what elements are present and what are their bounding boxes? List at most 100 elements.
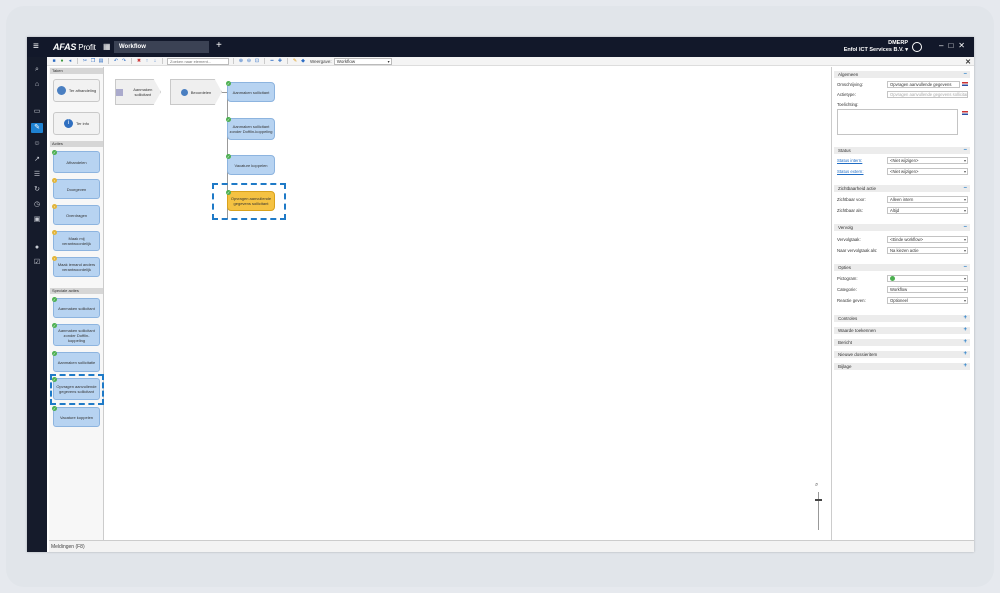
vervolgtaak-select[interactable]: <Einde workflow>	[887, 236, 968, 243]
document-icon	[116, 88, 123, 96]
language-flag-icon[interactable]	[962, 82, 968, 86]
action-node-aanmaken-sollicitant-zonder-koppeling[interactable]: ✓ Aanmaken sollicitant zonder Dofflin-ko…	[226, 117, 275, 140]
refresh-icon[interactable]: ●	[59, 58, 65, 64]
close-icon[interactable]: ✕	[965, 58, 971, 66]
palette-ter-info[interactable]: i Ter info	[53, 112, 100, 135]
avatar[interactable]	[912, 42, 922, 52]
palette-maak-iemand-anders-verantwoordelijk[interactable]: › Maak iemand anders verantwoordelijk	[52, 256, 100, 277]
section-bericht[interactable]: Bericht +	[834, 339, 970, 346]
status-bar[interactable]: Meldingen (F8)	[49, 540, 974, 552]
zoom-out-icon[interactable]: ⊖	[246, 58, 252, 64]
bulb-icon[interactable]: ●	[31, 243, 43, 253]
status-extern-link[interactable]: Status extern:	[837, 169, 864, 174]
person-icon	[180, 88, 188, 96]
list-icon[interactable]: ☰	[31, 170, 43, 180]
redo-icon[interactable]: ↷	[121, 58, 127, 64]
task-node-beoordelen[interactable]: Beoordelen	[170, 79, 222, 105]
view-select[interactable]: Workflow	[333, 57, 392, 65]
search-input[interactable]	[167, 57, 229, 65]
zoom-in-icon[interactable]: ⊕	[238, 58, 244, 64]
save-icon[interactable]: ■	[51, 58, 57, 64]
palette-vacature-koppelen[interactable]: ✓ Vacature koppelen	[52, 406, 100, 427]
section-bijlage[interactable]: Bijlage +	[834, 363, 970, 370]
zichtbaar-als-select[interactable]: Altijd	[887, 207, 968, 214]
timer-icon[interactable]: ◷	[31, 200, 43, 210]
status-intern-link[interactable]: Status intern:	[837, 158, 862, 163]
palette-doorgeven[interactable]: › Doorgeven	[52, 178, 100, 199]
home-icon[interactable]: ⌂	[31, 80, 43, 90]
reactie-geven-label: Reactie geven:	[837, 298, 866, 303]
minus-icon[interactable]: ━	[269, 58, 275, 64]
check-icon: ✓	[226, 154, 231, 159]
section-zichtbaarheid[interactable]: Zichtbaarheid actie –	[834, 185, 970, 192]
check-icon: ✓	[226, 81, 231, 86]
menu-icon[interactable]: ≡	[33, 42, 39, 52]
diamond-icon[interactable]: ◆	[300, 58, 306, 64]
palette-overdragen[interactable]: › Overdragen	[52, 204, 100, 225]
toelichting-textarea[interactable]	[837, 109, 958, 135]
section-acties[interactable]: Acties	[50, 141, 103, 147]
people-icon[interactable]: ☺	[31, 139, 43, 149]
action-node-vacature-koppelen[interactable]: ✓ Vacature koppelen	[226, 154, 275, 175]
naar-vervolgtaak-select[interactable]: Na kiezen actie	[887, 247, 968, 254]
section-opties[interactable]: Opties –	[834, 264, 970, 271]
down-icon[interactable]: ↓	[152, 58, 158, 64]
action-node-aanmaken-sollicitant[interactable]: ✓ Aanmaken sollicitant	[226, 81, 275, 102]
search-icon[interactable]: ⌕	[31, 65, 43, 75]
chart-icon[interactable]: ↗	[31, 155, 43, 165]
cut-icon[interactable]: ✂	[82, 58, 88, 64]
palette-aanmaken-sollicitant[interactable]: ✓ Aanmaken sollicitant	[52, 297, 100, 318]
meldingen-label[interactable]: Meldingen (F8)	[51, 544, 85, 550]
omschrijving-field[interactable]: Opvragen aanvullende gegevens	[887, 81, 960, 88]
section-status[interactable]: Status –	[834, 147, 970, 154]
paste-icon[interactable]: ▤	[98, 58, 104, 64]
palette-aanmaken-sollicitatie[interactable]: ✓ Aanmaken sollicitatie	[52, 351, 100, 372]
add-tab-icon[interactable]: +	[216, 40, 222, 51]
palette-ter-afhandeling[interactable]: Ter afhandeling	[53, 79, 100, 102]
reactie-geven-select[interactable]: Optioneel	[887, 297, 968, 304]
note-icon[interactable]: ☑	[31, 258, 43, 268]
section-vervolg[interactable]: Vervolg –	[834, 224, 970, 231]
plus-icon[interactable]: ✚	[277, 58, 283, 64]
palette-afhandelen[interactable]: ✓ Afhandelen	[52, 150, 100, 173]
status-intern-select[interactable]: <Niet wijzigen>	[887, 157, 968, 164]
pencil-icon[interactable]: ✎	[292, 58, 298, 64]
section-controles[interactable]: Controles +	[834, 315, 970, 322]
section-taken[interactable]: Taken	[50, 68, 103, 74]
zoom-handle[interactable]	[815, 499, 822, 501]
app-logo: AFAS Profit	[53, 42, 96, 52]
palette-maak-mij-verantwoordelijk[interactable]: › Maak mij verantwoordelijk	[52, 230, 100, 251]
undo-icon[interactable]: ↶	[113, 58, 119, 64]
edit-icon[interactable]: ✎	[31, 123, 43, 133]
zoom-icon: ⌕	[815, 482, 819, 488]
tab-workflow[interactable]: Workflow	[114, 41, 209, 53]
user-info[interactable]: DMERP Enfol ICT Services B.V. ▾	[844, 40, 908, 53]
pictogram-select[interactable]	[887, 275, 968, 282]
delete-icon[interactable]: ✖	[136, 58, 142, 64]
categorie-label: Categorie:	[837, 287, 857, 292]
check-icon: ✓	[226, 117, 231, 122]
zoom-slider[interactable]: ⌕	[815, 482, 823, 542]
palette-aanmaken-sollicitant-zonder-koppeling[interactable]: ✓ Aanmaken sollicitant zonder Dofflin-ko…	[52, 323, 100, 346]
status-extern-select[interactable]: <Niet wijzigen>	[887, 168, 968, 175]
section-nieuwe-dossieritem[interactable]: Nieuwe dossieritem +	[834, 351, 970, 358]
section-waarde-toekennen[interactable]: Waarde toekennen +	[834, 327, 970, 334]
back-icon[interactable]: ◂	[67, 58, 73, 64]
up-icon[interactable]: ↑	[144, 58, 150, 64]
section-speciale-acties[interactable]: Speciale acties	[50, 288, 103, 294]
window-icon[interactable]: ▭	[31, 107, 43, 117]
apps-icon[interactable]: ▦	[103, 42, 111, 51]
sync-icon[interactable]: ↻	[31, 185, 43, 195]
language-flag-icon[interactable]	[962, 111, 968, 115]
start-node[interactable]: Aanmaken sollicitant	[115, 79, 161, 105]
window-controls[interactable]: –□✕	[939, 41, 970, 50]
check-icon: ✓	[52, 406, 57, 411]
categorie-select[interactable]: Workflow	[887, 286, 968, 293]
fit-icon[interactable]: ⊡	[254, 58, 260, 64]
inbox-icon[interactable]: ▣	[31, 215, 43, 225]
section-algemeen[interactable]: Algemeen –	[834, 71, 970, 78]
zichtbaar-voor-select[interactable]: Alleen intern	[887, 196, 968, 203]
forward-icon: ›	[52, 178, 57, 183]
workflow-canvas[interactable]: Aanmaken sollicitant Beoordelen ✓ Aanmak…	[105, 67, 831, 540]
copy-icon[interactable]: ❐	[90, 58, 96, 64]
